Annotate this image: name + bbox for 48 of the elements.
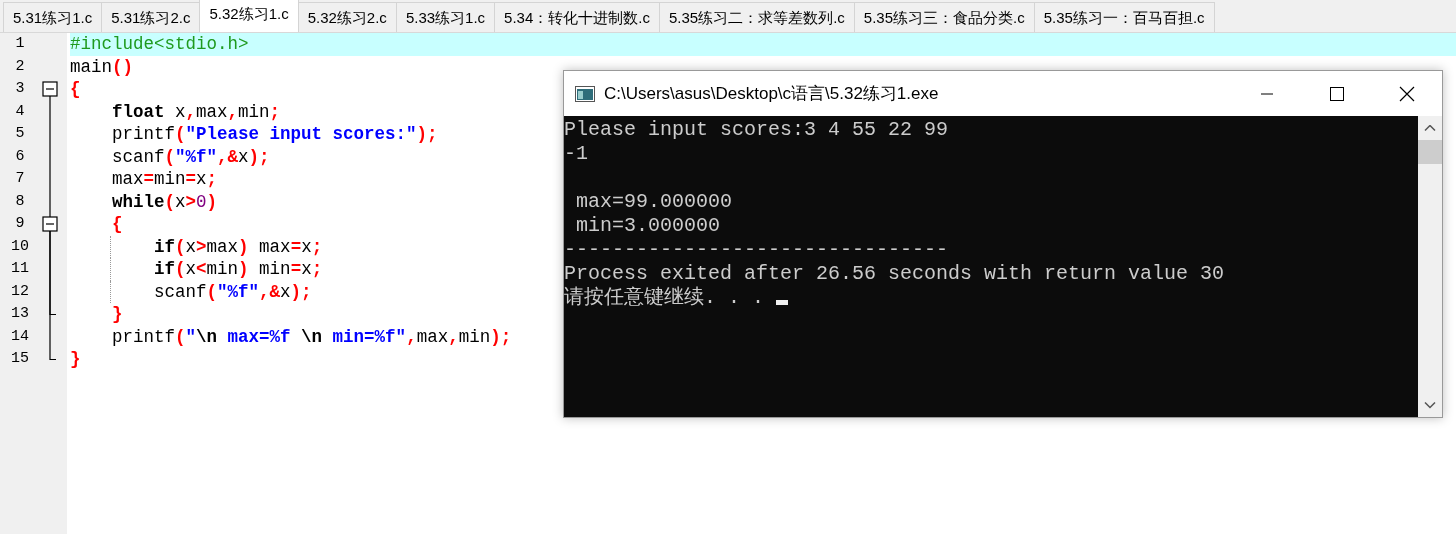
line-number: 12	[11, 281, 29, 302]
close-icon	[1399, 85, 1415, 102]
line-number: 14	[11, 326, 29, 347]
code-line: {	[111, 213, 123, 236]
file-tab[interactable]: 5.31练习1.c	[3, 2, 103, 32]
console-text: max=99.000000	[575, 190, 733, 213]
code-line: scanf("%f",&x);	[111, 145, 270, 168]
code-line: }	[70, 348, 81, 371]
line-number: 5	[15, 124, 25, 144]
line-number: 6	[15, 146, 25, 167]
console-text: min=3.000000	[575, 214, 721, 237]
console-text: Process exited after 26.56 seconds with return value 30	[564, 262, 1225, 285]
code-line: scanf("%f",&x);	[70, 280, 312, 303]
line-number: 15	[11, 349, 29, 369]
scroll-thumb[interactable]	[1418, 140, 1442, 164]
line-number: 11	[11, 259, 29, 279]
code-line: }	[111, 303, 123, 326]
code-line: float x,max,min;	[111, 100, 281, 123]
code-line: if(x>max) max=x;	[70, 235, 323, 258]
code-line: if(x<min) min=x;	[70, 258, 323, 281]
minimize-icon	[1260, 92, 1274, 95]
code-line: {	[70, 78, 81, 101]
line-number: 3	[15, 79, 25, 99]
line-number: 8	[15, 191, 25, 212]
code-line: main()	[70, 55, 134, 78]
line-number: 9	[15, 214, 25, 234]
console-text: --------------------------------	[564, 238, 949, 261]
console-text: 请按任意键继续. . .	[564, 286, 764, 309]
scrollbar[interactable]	[1418, 116, 1442, 417]
line-number: 13	[11, 304, 29, 324]
file-tab[interactable]: 5.35练习一：百马百担.c	[1033, 2, 1215, 32]
collapse-icon[interactable]	[42, 81, 58, 97]
code-line: max=min=x;	[111, 168, 218, 191]
file-tab[interactable]: 5.32练习1.c	[199, 0, 299, 32]
line-number: 2	[15, 56, 25, 77]
code-line: printf("Please input scores:");	[111, 123, 438, 146]
code-line: while(x>0)	[111, 190, 218, 213]
console-text: -1	[564, 142, 588, 165]
line-number: 10	[11, 236, 29, 257]
collapse-icon[interactable]	[42, 216, 58, 232]
line-number: 7	[15, 169, 25, 189]
code-line: printf("\n max=%f \n min=%f",max,min);	[111, 325, 512, 348]
maximize-icon	[1330, 86, 1344, 101]
line-number: 4	[15, 101, 25, 122]
line-number: 1	[15, 34, 25, 54]
console-text: Please input scores:3 4 55 22 99	[564, 118, 949, 141]
console-icon	[575, 85, 595, 102]
window-title: C:\Users\asus\Desktop\c语言\5.32练习1.exe	[604, 82, 940, 105]
